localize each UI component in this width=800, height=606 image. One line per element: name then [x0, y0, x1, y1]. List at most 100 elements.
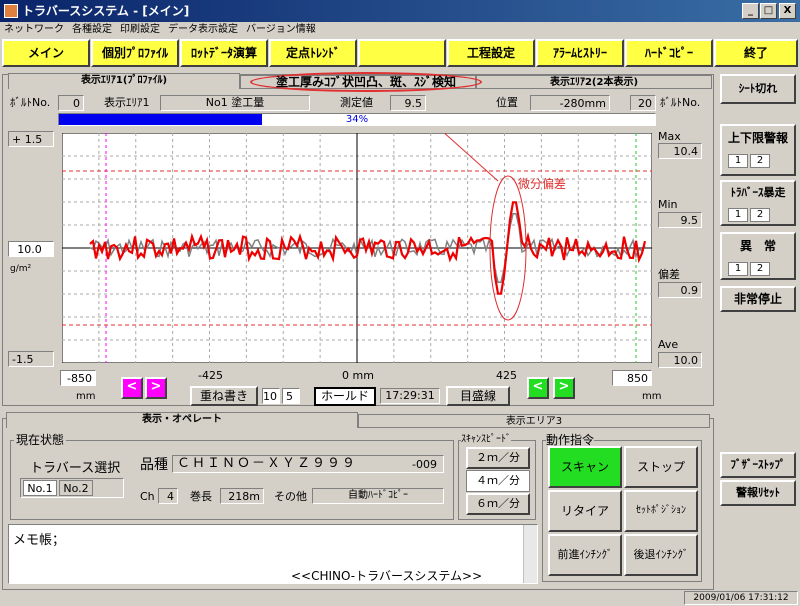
scan-button[interactable]: スキャン — [548, 446, 622, 488]
speed-4-button[interactable]: ４ｍ／分 — [466, 470, 530, 492]
memo-scrollbar[interactable] — [523, 525, 537, 583]
lot-data-button[interactable]: ﾛｯﾄﾃﾞｰﾀ演算 — [180, 39, 268, 67]
limit-alarm-2: 2 — [750, 154, 770, 168]
abnormal-label: 異 常 — [739, 239, 776, 253]
buzzer-stop-button[interactable]: ﾌﾞｻﾞｰｽﾄｯﾌﾟ — [720, 452, 796, 478]
exit-button[interactable]: 終了 — [714, 39, 798, 67]
stop-button[interactable]: ストップ — [624, 446, 698, 488]
dev-label: 偏差 — [658, 268, 680, 281]
speed-2-button[interactable]: ２ｍ／分 — [466, 447, 530, 469]
x-tick-3: 425 — [496, 369, 517, 382]
progress-bar: 34% — [58, 113, 656, 126]
abnormal-2: 2 — [750, 262, 770, 276]
profile-chart: 微分偏差 — [62, 133, 652, 363]
roll-value: 218m — [220, 488, 264, 504]
scale-button[interactable]: 目盛線 — [446, 386, 510, 406]
right-arrow-button-b[interactable]: > — [553, 377, 575, 399]
tab-area1[interactable]: 表示ｴﾘｱ1(ﾌﾟﾛﾌｧｲﾙ) — [8, 73, 240, 89]
main-button[interactable]: メイン — [2, 39, 90, 67]
annotation-label: 微分偏差 — [518, 176, 566, 191]
bolt-label-left: ﾎﾞﾙﾄNo. — [10, 96, 51, 109]
x-left-unit: mm — [76, 391, 96, 402]
progress-text: 34% — [345, 114, 369, 125]
area-label: 表示ｴﾘｱ1 — [104, 96, 150, 109]
ave-label: Ave — [658, 338, 679, 351]
right-arrow-button-a[interactable]: > — [145, 377, 167, 399]
tab-operate[interactable]: 表示・オペレート — [6, 412, 358, 428]
runaway-1: 1 — [728, 208, 748, 222]
app-icon — [4, 4, 18, 18]
traverse-no2[interactable]: No.2 — [59, 480, 93, 496]
blank-button[interactable] — [358, 39, 446, 67]
left-arrow-button-b[interactable]: < — [527, 377, 549, 399]
memo-label: メモ帳； — [13, 533, 66, 548]
y-axis-unit: g/m² — [10, 264, 32, 274]
max-label: Max — [658, 130, 681, 143]
overwrite-a[interactable]: 10 — [262, 388, 280, 404]
menu-settings[interactable]: 各種設定 — [72, 24, 112, 35]
x-right-value: 850 — [612, 370, 652, 386]
forward-inching-button[interactable]: 前進ｲﾝﾁﾝｸﾞ — [548, 534, 622, 576]
y-axis-bottom: -1.5 — [8, 351, 54, 367]
maximize-button[interactable]: □ — [760, 3, 777, 19]
overwrite-button[interactable]: 重ね書き — [190, 386, 258, 406]
tab-area2[interactable]: 表示ｴﾘｱ2(2本表示) — [476, 75, 712, 89]
ch-label: Ch — [140, 490, 155, 503]
memo-pad[interactable]: メモ帳； <<CHINO-トラバースシステム>> — [8, 524, 538, 584]
runaway-panel: ﾄﾗﾊﾞｰｽ暴走 1 2 — [720, 180, 796, 226]
action-group-label: 動作指令 — [546, 433, 595, 447]
limit-alarm-panel: 上下限警報 1 2 — [720, 124, 796, 176]
y-axis-top: + 1.5 — [8, 131, 54, 147]
hold-button[interactable]: ホールド — [314, 387, 376, 406]
product-number: -009 — [412, 458, 437, 471]
limit-alarm-1: 1 — [728, 154, 748, 168]
fixed-trend-button[interactable]: 定点ﾄﾚﾝﾄﾞ — [269, 39, 357, 67]
other-label: その他 — [274, 490, 307, 503]
ave-value: 10.0 — [658, 352, 702, 368]
memo-footer: <<CHINO-トラバースシステム>> — [291, 569, 483, 583]
set-position-button[interactable]: ｾｯﾄﾎﾟｼﾞｼｮﾝ — [624, 490, 698, 532]
product-value: ＣＨＩＮＯ－ＸＹＺ９９９ — [172, 455, 444, 473]
alarm-reset-button[interactable]: 警報ﾘｾｯﾄ — [720, 480, 796, 506]
close-button[interactable]: X — [779, 3, 796, 19]
hardcopy-button[interactable]: ﾊｰﾄﾞｺﾋﾟｰ — [625, 39, 713, 67]
runaway-2: 2 — [750, 208, 770, 222]
back-inching-button[interactable]: 後退ｲﾝﾁﾝｸﾞ — [624, 534, 698, 576]
sheet-break-button[interactable]: ｼｰﾄ切れ — [720, 74, 796, 104]
menu-version[interactable]: バージョン情報 — [246, 24, 316, 35]
x-right-unit: mm — [642, 391, 662, 402]
traverse-no1[interactable]: No.1 — [23, 480, 57, 496]
status-group-label: 現在状態 — [14, 433, 67, 447]
abnormal-1: 1 — [728, 262, 748, 276]
product-label: 品種 — [140, 457, 168, 473]
retire-button[interactable]: リタイア — [548, 490, 622, 532]
tab-area3[interactable]: 表示エリア3 — [358, 414, 710, 428]
status-bar-datetime: 2009/01/06 17:31:12 — [684, 591, 798, 605]
minimize-button[interactable]: _ — [742, 3, 759, 19]
position-label: 位置 — [496, 96, 518, 109]
menu-print[interactable]: 印刷設定 — [120, 24, 160, 35]
traverse-select-box: No.1 No.2 — [20, 478, 124, 498]
menu-display[interactable]: データ表示設定 — [168, 24, 238, 35]
window-title: トラバースシステム - [メイン] — [22, 4, 190, 18]
limit-alarm-label: 上下限警報 — [727, 131, 788, 145]
overwrite-b[interactable]: 5 — [282, 388, 300, 404]
profile-button[interactable]: 個別ﾌﾟﾛﾌｧｲﾙ — [91, 39, 179, 67]
measure-value: 9.5 — [390, 95, 426, 111]
dev-value: 0.9 — [658, 282, 702, 298]
menu-network[interactable]: ネットワーク — [4, 24, 64, 35]
y-axis-mid: 10.0 — [8, 241, 54, 257]
process-setting-button[interactable]: 工程設定 — [447, 39, 535, 67]
left-arrow-button-a[interactable]: < — [121, 377, 143, 399]
traverse-select-label: トラバース選択 — [30, 461, 121, 476]
x-tick-2: 0 mm — [342, 369, 374, 382]
max-value: 10.4 — [658, 143, 702, 159]
bolt-value-right: 20 — [630, 95, 656, 111]
abnormal-panel: 異 常 1 2 — [720, 232, 796, 280]
menu-bar: ネットワーク 各種設定 印刷設定 データ表示設定 バージョン情報 — [0, 22, 800, 38]
measure-label: 測定値 — [340, 96, 373, 109]
alarm-history-button[interactable]: ｱﾗｰﾑﾋｽﾄﾘｰ — [536, 39, 624, 67]
speed-6-button[interactable]: ６ｍ／分 — [466, 493, 530, 515]
roll-label: 巻長 — [190, 490, 212, 503]
emergency-stop-button[interactable]: 非常停止 — [720, 286, 796, 312]
